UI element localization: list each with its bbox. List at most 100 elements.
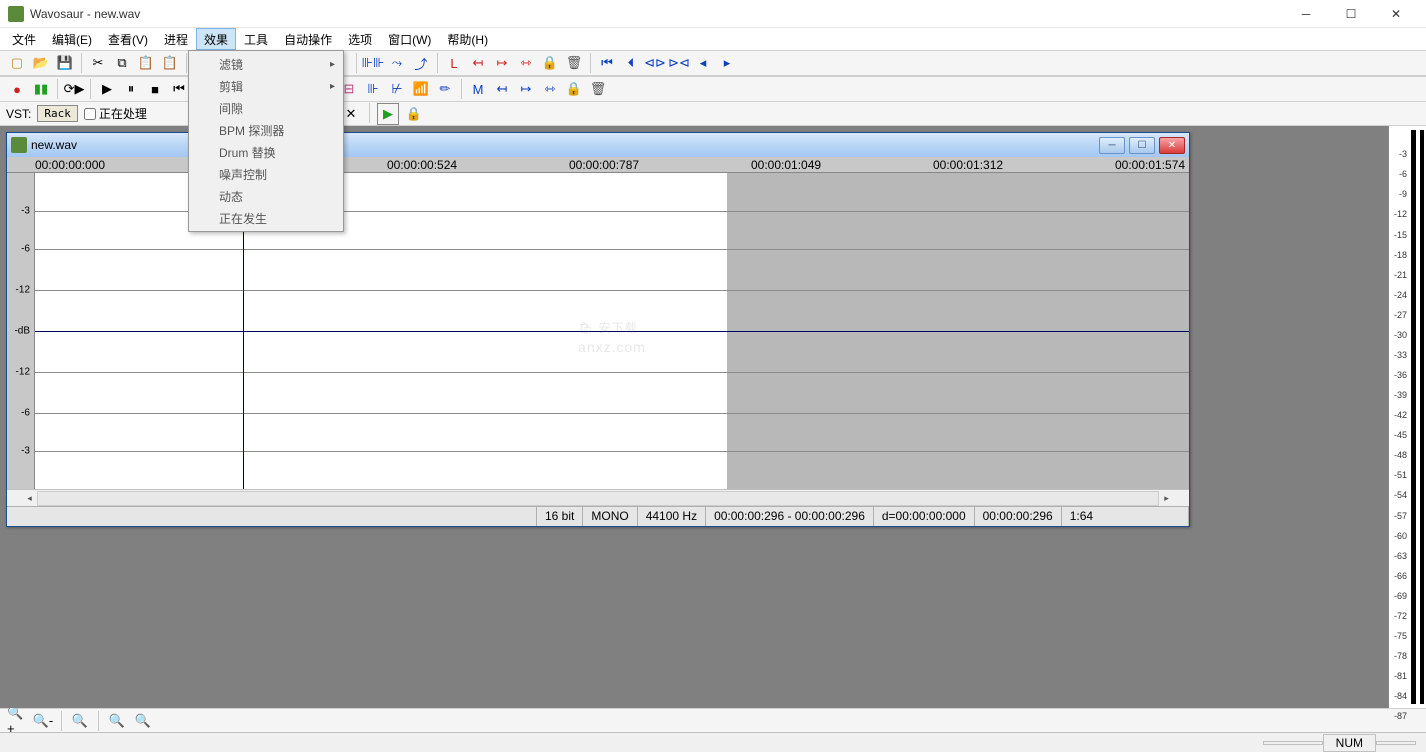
meter-tick: -42 [1394, 410, 1407, 420]
meter-tick: -36 [1394, 370, 1407, 380]
zoom-toolbar: 🔍+ 🔍- 🔍 🔍 🔍 [0, 708, 1426, 732]
meter-tick: -87 [1394, 711, 1407, 721]
status-zoom: 1:64 [1062, 507, 1189, 526]
dropdown-gap[interactable]: 间隙 [191, 97, 341, 119]
new-button[interactable]: ▢ [6, 52, 28, 74]
dropdown-bpm[interactable]: BPM 探测器 [191, 119, 341, 141]
time-tick: 00:00:00:524 [387, 158, 457, 172]
time-tick: 00:00:00:000 [35, 158, 105, 172]
marker-delete-button[interactable]: 🗑 [587, 78, 609, 100]
marker-left-button[interactable]: L [443, 52, 465, 74]
volume-button[interactable]: 📶 [410, 78, 432, 100]
dropdown-noise[interactable]: 噪声控制 [191, 163, 341, 185]
dropdown-dynamic[interactable]: 动态 [191, 185, 341, 207]
record-button[interactable]: ● [6, 78, 28, 100]
lock-sub-button[interactable]: 🔒 [403, 103, 425, 125]
document-window: new.wav ─ ☐ ✕ 00:00:00:000 00:00:00:524 … [6, 132, 1190, 527]
stop-button[interactable]: ■ [144, 78, 166, 100]
meter-tick: -81 [1394, 671, 1407, 681]
vst-processing-checkbox[interactable]: 正在处理 [84, 105, 147, 122]
menu-file[interactable]: 文件 [4, 28, 44, 50]
record-monitor-button[interactable]: ▮▮ [30, 78, 52, 100]
document-minimize-button[interactable]: ─ [1099, 137, 1125, 154]
edit-tool-button[interactable]: ✏ [434, 78, 456, 100]
dropdown-clip[interactable]: 剪辑▸ [191, 75, 341, 97]
nav-play-out-button[interactable]: ⊳⊲ [668, 52, 690, 74]
zoom-full-button[interactable]: 🔍 [106, 710, 128, 732]
menu-help[interactable]: 帮助(H) [439, 28, 496, 50]
zoom-out-button[interactable]: 🔍- [32, 710, 54, 732]
paste-button[interactable]: 📋 [135, 52, 157, 74]
vst-processing-label: 正在处理 [99, 105, 147, 122]
time-tick: 00:00:01:574 [1115, 158, 1185, 172]
play-sub-button[interactable]: ▶ [377, 103, 399, 125]
menu-tools[interactable]: 工具 [236, 28, 276, 50]
nav-first-button[interactable]: ⏮ [596, 52, 618, 74]
app-icon [8, 6, 24, 22]
menubar: 文件 编辑(E) 查看(V) 进程 效果 工具 自动操作 选项 窗口(W) 帮助… [0, 28, 1426, 50]
loop-both-button[interactable]: ⇿ [515, 52, 537, 74]
reverse-button[interactable]: ⊬ [386, 78, 408, 100]
paste-mix-button[interactable]: 📋 [159, 52, 181, 74]
nav-play-in-button[interactable]: ⊲⊳ [644, 52, 666, 74]
time-ruler[interactable]: 00:00:00:000 00:00:00:524 00:00:00:787 0… [7, 157, 1189, 173]
scroll-right-button[interactable]: ▸ [1159, 491, 1174, 506]
loop-end-button[interactable]: ↦ [491, 52, 513, 74]
save-button[interactable]: 💾 [54, 52, 76, 74]
menu-auto[interactable]: 自动操作 [276, 28, 340, 50]
document-close-button[interactable]: ✕ [1159, 137, 1185, 154]
normalize-button[interactable]: ⊪⊪ [362, 52, 384, 74]
skip-start-button[interactable]: ⏮ [168, 78, 190, 100]
nav-fwd-button[interactable]: ▸ [716, 52, 738, 74]
meter-tick: -24 [1394, 290, 1407, 300]
menu-window[interactable]: 窗口(W) [380, 28, 439, 50]
loop-start-button[interactable]: ↤ [467, 52, 489, 74]
meter-tick: -51 [1394, 470, 1407, 480]
play-loop-button[interactable]: ⟳▶ [63, 78, 85, 100]
open-button[interactable]: 📂 [30, 52, 52, 74]
cut-button[interactable]: ✂ [87, 52, 109, 74]
marker-range-button[interactable]: ⇿ [539, 78, 561, 100]
nav-back-button[interactable]: ◂ [692, 52, 714, 74]
vst-processing-input[interactable] [84, 108, 96, 120]
document-titlebar[interactable]: new.wav ─ ☐ ✕ [7, 133, 1189, 157]
dropdown-happening[interactable]: 正在发生 [191, 207, 341, 229]
copy-button[interactable]: ⧉ [111, 52, 133, 74]
marker-prev-button[interactable]: ↤ [491, 78, 513, 100]
vst-rack-button[interactable]: Rack [37, 105, 78, 122]
menu-effects[interactable]: 效果 [196, 28, 236, 50]
dropdown-filter[interactable]: 滤镜▸ [191, 53, 341, 75]
delete-button[interactable]: 🗑 [563, 52, 585, 74]
menu-options[interactable]: 选项 [340, 28, 380, 50]
marker-m-button[interactable]: M [467, 78, 489, 100]
window-close-button[interactable]: ✕ [1374, 2, 1418, 26]
menu-process[interactable]: 进程 [156, 28, 196, 50]
dropdown-drum[interactable]: Drum 替换 [191, 141, 341, 163]
menu-view[interactable]: 查看(V) [100, 28, 156, 50]
zoom-selection-button[interactable]: 🔍 [69, 710, 91, 732]
waveform-scrollbar[interactable]: ◂ ▸ [7, 489, 1189, 506]
pause-button[interactable]: ⏸ [120, 78, 142, 100]
marker-next-button[interactable]: ↦ [515, 78, 537, 100]
document-maximize-button[interactable]: ☐ [1129, 137, 1155, 154]
window-maximize-button[interactable]: ☐ [1329, 2, 1373, 26]
num-lock-indicator: NUM [1323, 734, 1376, 752]
meter-tick: -33 [1394, 350, 1407, 360]
time-tick: 00:00:01:049 [751, 158, 821, 172]
app-statusbar: NUM [0, 732, 1426, 752]
scroll-track[interactable] [37, 491, 1159, 506]
zoom-in-button[interactable]: 🔍+ [6, 710, 28, 732]
scroll-left-button[interactable]: ◂ [22, 491, 37, 506]
window-minimize-button[interactable]: ─ [1284, 2, 1328, 26]
zoom-reset-button[interactable]: 🔍 [132, 710, 154, 732]
play-button[interactable]: ▶ [96, 78, 118, 100]
nav-prev-button[interactable]: ⏴ [620, 52, 642, 74]
menu-edit[interactable]: 编辑(E) [44, 28, 100, 50]
marker-lock-button[interactable]: 🔒 [563, 78, 585, 100]
status-position: 00:00:00:296 [975, 507, 1062, 526]
lock-button[interactable]: 🔒 [539, 52, 561, 74]
fade-in-button[interactable]: ⤳ [386, 52, 408, 74]
insert-silence-button[interactable]: ⊪ [362, 78, 384, 100]
fade-out-button[interactable]: ⤴ [410, 52, 432, 74]
db-scale: -3 -6 -12 -dB -12 -6 -3 [7, 173, 35, 489]
